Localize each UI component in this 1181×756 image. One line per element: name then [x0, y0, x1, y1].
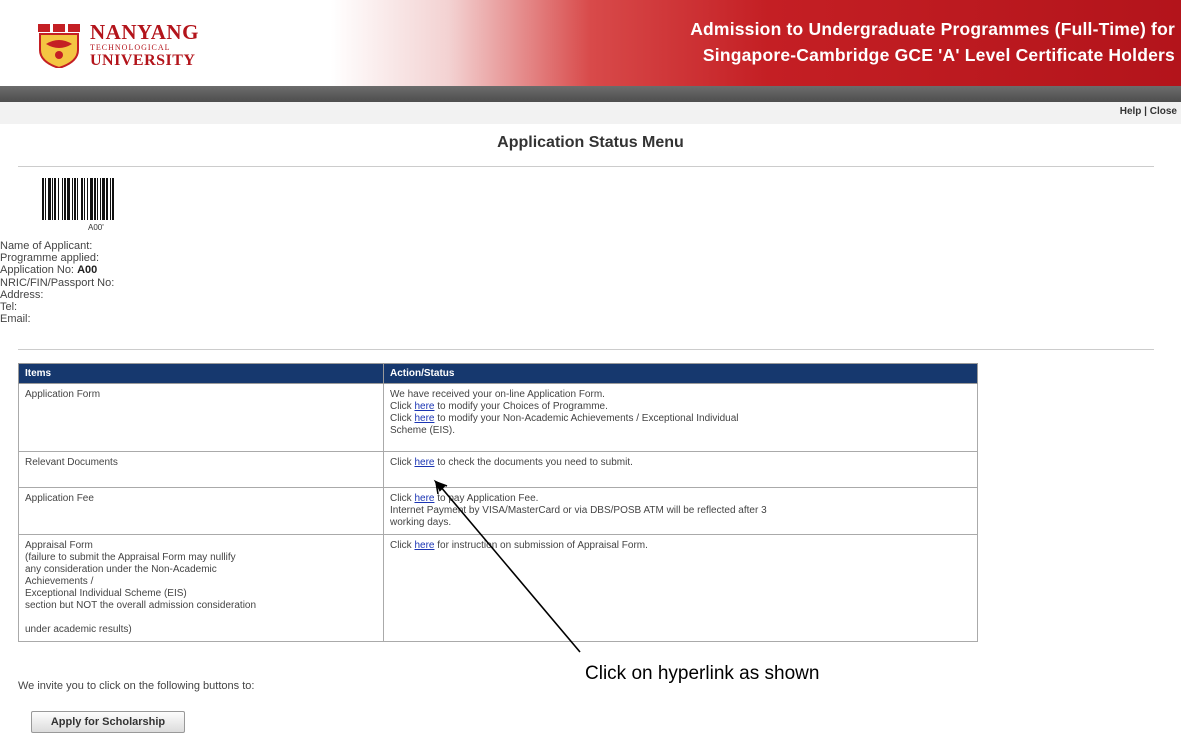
help-link[interactable]: Help — [1120, 106, 1142, 117]
status-text: Click — [390, 401, 415, 412]
item-cell: Application Fee — [18, 487, 384, 535]
divider-middle — [18, 349, 1154, 350]
status-text: to modify your Non-Academic Achievements… — [434, 413, 739, 424]
applicant-info: Name of Applicant: Programme applied: Ap… — [0, 240, 114, 325]
header-action-status: Action/Status — [383, 363, 978, 384]
here-link[interactable]: here — [414, 401, 434, 412]
logo-line-3: UNIVERSITY — [90, 52, 196, 69]
item-line: any consideration under the Non-Academic — [25, 564, 217, 575]
status-cell: Click here for instruction on submission… — [383, 534, 978, 642]
status-text: to pay Application Fee. — [434, 493, 539, 504]
status-line: Click here to check the documents you ne… — [390, 457, 971, 469]
item-line: under academic results) — [25, 624, 132, 635]
item-line: (failure to submit the Appraisal Form ma… — [25, 552, 236, 563]
barcode-bars — [42, 178, 114, 220]
table-row: Appraisal Form (failure to submit the App… — [18, 534, 978, 642]
header-title-line-2: Singapore-Cambridge GCE 'A' Level Certif… — [702, 45, 1175, 65]
barcode-text: A00' — [88, 223, 104, 232]
status-text: Scheme (EIS). — [390, 425, 456, 436]
item-line: Achievements / — [25, 576, 94, 587]
header-items: Items — [18, 363, 384, 384]
status-line: Click here for instruction on submission… — [390, 540, 971, 552]
status-text: Click — [390, 493, 415, 504]
item-cell: Appraisal Form (failure to submit the App… — [18, 534, 384, 642]
status-table: Items Action/Status Application Form We h… — [18, 363, 978, 642]
annotation-caption: Click on hyperlink as shown — [585, 663, 820, 684]
here-link[interactable]: here — [414, 457, 434, 468]
item-line — [25, 612, 377, 624]
programme-applied-label: Programme applied: — [0, 252, 100, 265]
ntu-logo: NANYANG TECHNOLOGICAL UNIVERSITY — [36, 22, 199, 69]
top-links: Help | Close — [1120, 106, 1177, 117]
here-link[interactable]: here — [414, 493, 434, 504]
header-title-line-1: Admission to Undergraduate Programmes (F… — [690, 19, 1175, 39]
item-label: Application Form — [25, 389, 101, 400]
status-line: Click here to pay Application Fee. — [390, 493, 971, 505]
logo-line-2: TECHNOLOGICAL — [90, 43, 171, 52]
status-text: Internet Payment by VISA/MasterCard or v… — [390, 505, 767, 516]
email-label: Email: — [0, 313, 31, 326]
table-row: Application Form We have received your on… — [18, 383, 978, 452]
table-row: Application Fee Click here to pay Applica… — [18, 487, 978, 535]
close-link[interactable]: Close — [1150, 106, 1177, 117]
apply-scholarship-button[interactable]: Apply for Scholarship — [31, 711, 185, 733]
tel-label: Tel: — [0, 301, 18, 314]
item-cell: Relevant Documents — [18, 451, 384, 488]
application-no-value: A00 — [77, 264, 98, 277]
logo-line-1: NANYANG — [90, 20, 199, 44]
application-no-label: Application No: — [0, 264, 74, 277]
top-strip — [0, 102, 1181, 124]
item-line: section but NOT the overall admission co… — [25, 600, 257, 611]
header-divider-bar — [0, 86, 1181, 102]
page-title: Application Status Menu — [497, 134, 684, 151]
status-text: for instruction on submission of Apprais… — [434, 540, 648, 551]
address-label: Address: — [0, 288, 44, 301]
item-cell: Application Form — [18, 383, 384, 452]
header-title: Admission to Undergraduate Programmes (F… — [690, 16, 1175, 68]
status-text: Click — [390, 413, 415, 424]
table-header-row: Items Action/Status — [18, 363, 978, 384]
status-line: Click here to modify your Non-Academic A… — [390, 413, 971, 425]
status-line: Internet Payment by VISA/MasterCard or v… — [390, 505, 971, 517]
status-text: to modify your Choices of Programme. — [434, 401, 608, 412]
table-row: Relevant Documents Click here to check th… — [18, 451, 978, 488]
application-no-row: Application No: A00 — [0, 264, 114, 276]
status-line: Scheme (EIS). — [390, 425, 971, 437]
header-banner: NANYANG TECHNOLOGICAL UNIVERSITY Admissi… — [0, 0, 1181, 86]
status-cell: We have received your on-line Applicatio… — [383, 383, 978, 452]
item-label: Relevant Documents — [25, 457, 118, 468]
status-text: Click — [390, 457, 415, 468]
here-link[interactable]: here — [414, 540, 434, 551]
item-line: Exceptional Individual Scheme (EIS) — [25, 588, 187, 599]
links-separator: | — [1141, 106, 1150, 117]
divider-top — [18, 166, 1154, 167]
here-link[interactable]: here — [414, 413, 434, 424]
item-label: Application Fee — [25, 493, 94, 504]
item-line: Appraisal Form — [25, 540, 93, 551]
status-text: working days. — [390, 517, 452, 528]
status-text: Click — [390, 540, 415, 551]
barcode-image — [40, 178, 172, 232]
nric-label: NRIC/FIN/Passport No: — [0, 276, 115, 289]
status-line: We have received your on-line Applicatio… — [390, 389, 971, 401]
ntu-crest-icon — [38, 23, 80, 68]
status-line: working days. — [390, 517, 971, 529]
status-line: Click here to modify your Choices of Pro… — [390, 401, 971, 413]
applicant-name-label: Name of Applicant: — [0, 240, 93, 252]
status-cell: Click here to check the documents you ne… — [383, 451, 978, 488]
invite-text: We invite you to click on the following … — [18, 680, 255, 692]
status-text: to check the documents you need to submi… — [434, 457, 633, 468]
status-text: We have received your on-line Applicatio… — [390, 389, 605, 400]
status-cell: Click here to pay Application Fee. Intern… — [383, 487, 978, 535]
